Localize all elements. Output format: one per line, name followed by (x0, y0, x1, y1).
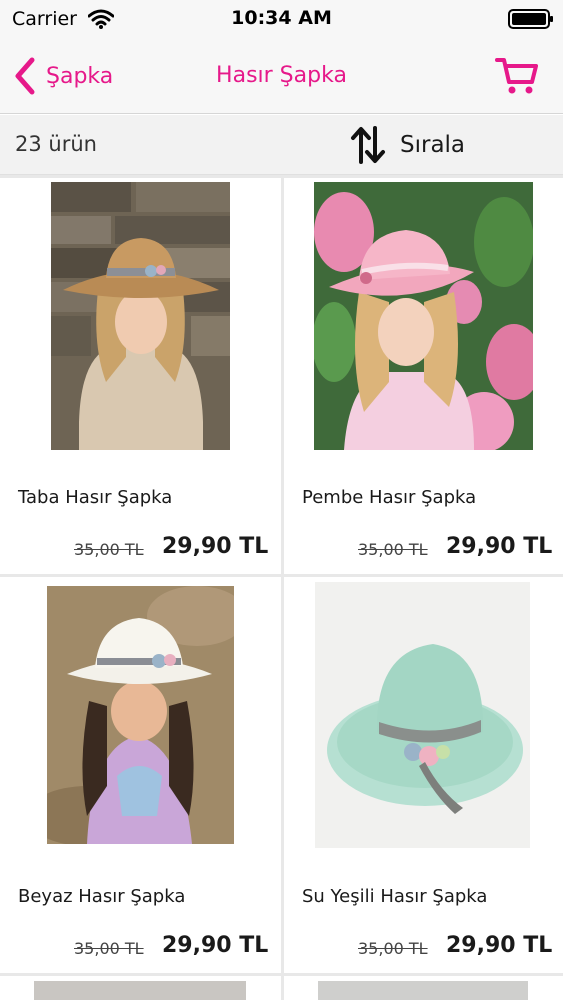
product-name: Taba Hasır Şapka (18, 487, 173, 508)
product-image (315, 582, 530, 848)
product-card[interactable] (284, 976, 563, 1000)
product-card[interactable]: Beyaz Hasır Şapka 35,00 TL 29,90 TL (0, 577, 281, 973)
sort-label: Sırala (400, 132, 466, 158)
list-toolbar: 23 ürün Sırala (0, 115, 563, 175)
product-card[interactable] (0, 976, 281, 1000)
product-image (51, 182, 230, 450)
chevron-left-icon (15, 57, 35, 95)
product-image (318, 981, 528, 1000)
product-count: 23 ürün (15, 132, 97, 156)
sale-price: 29,90 TL (446, 933, 553, 958)
sale-price: 29,90 TL (162, 534, 269, 559)
battery-icon (508, 9, 553, 29)
product-name: Beyaz Hasır Şapka (18, 886, 186, 907)
product-name: Pembe Hasır Şapka (302, 487, 477, 508)
product-card[interactable]: Pembe Hasır Şapka 35,00 TL 29,90 TL (284, 178, 563, 574)
status-bar: Carrier 10:34 AM (0, 0, 563, 40)
sale-price: 29,90 TL (446, 534, 553, 559)
product-grid: Taba Hasır Şapka 35,00 TL 29,90 TL Pembe… (0, 175, 563, 1000)
old-price: 35,00 TL (74, 939, 144, 958)
back-label: Şapka (46, 63, 114, 89)
old-price: 35,00 TL (358, 939, 428, 958)
cart-icon[interactable] (494, 52, 540, 98)
product-image (314, 182, 533, 450)
clock: 10:34 AM (231, 7, 332, 29)
old-price: 35,00 TL (74, 540, 144, 559)
product-card[interactable]: Taba Hasır Şapka 35,00 TL 29,90 TL (0, 178, 281, 574)
sort-button[interactable]: Sırala (350, 125, 465, 165)
product-card[interactable]: Su Yeşili Hasır Şapka 35,00 TL 29,90 TL (284, 577, 563, 973)
sale-price: 29,90 TL (162, 933, 269, 958)
navigation-bar: Şapka Hasır Şapka (0, 40, 563, 114)
old-price: 35,00 TL (358, 540, 428, 559)
product-image (34, 981, 246, 1000)
back-button[interactable]: Şapka (12, 54, 113, 98)
sort-icon (351, 126, 385, 164)
product-name: Su Yeşili Hasır Şapka (302, 886, 488, 907)
product-image (47, 586, 234, 844)
